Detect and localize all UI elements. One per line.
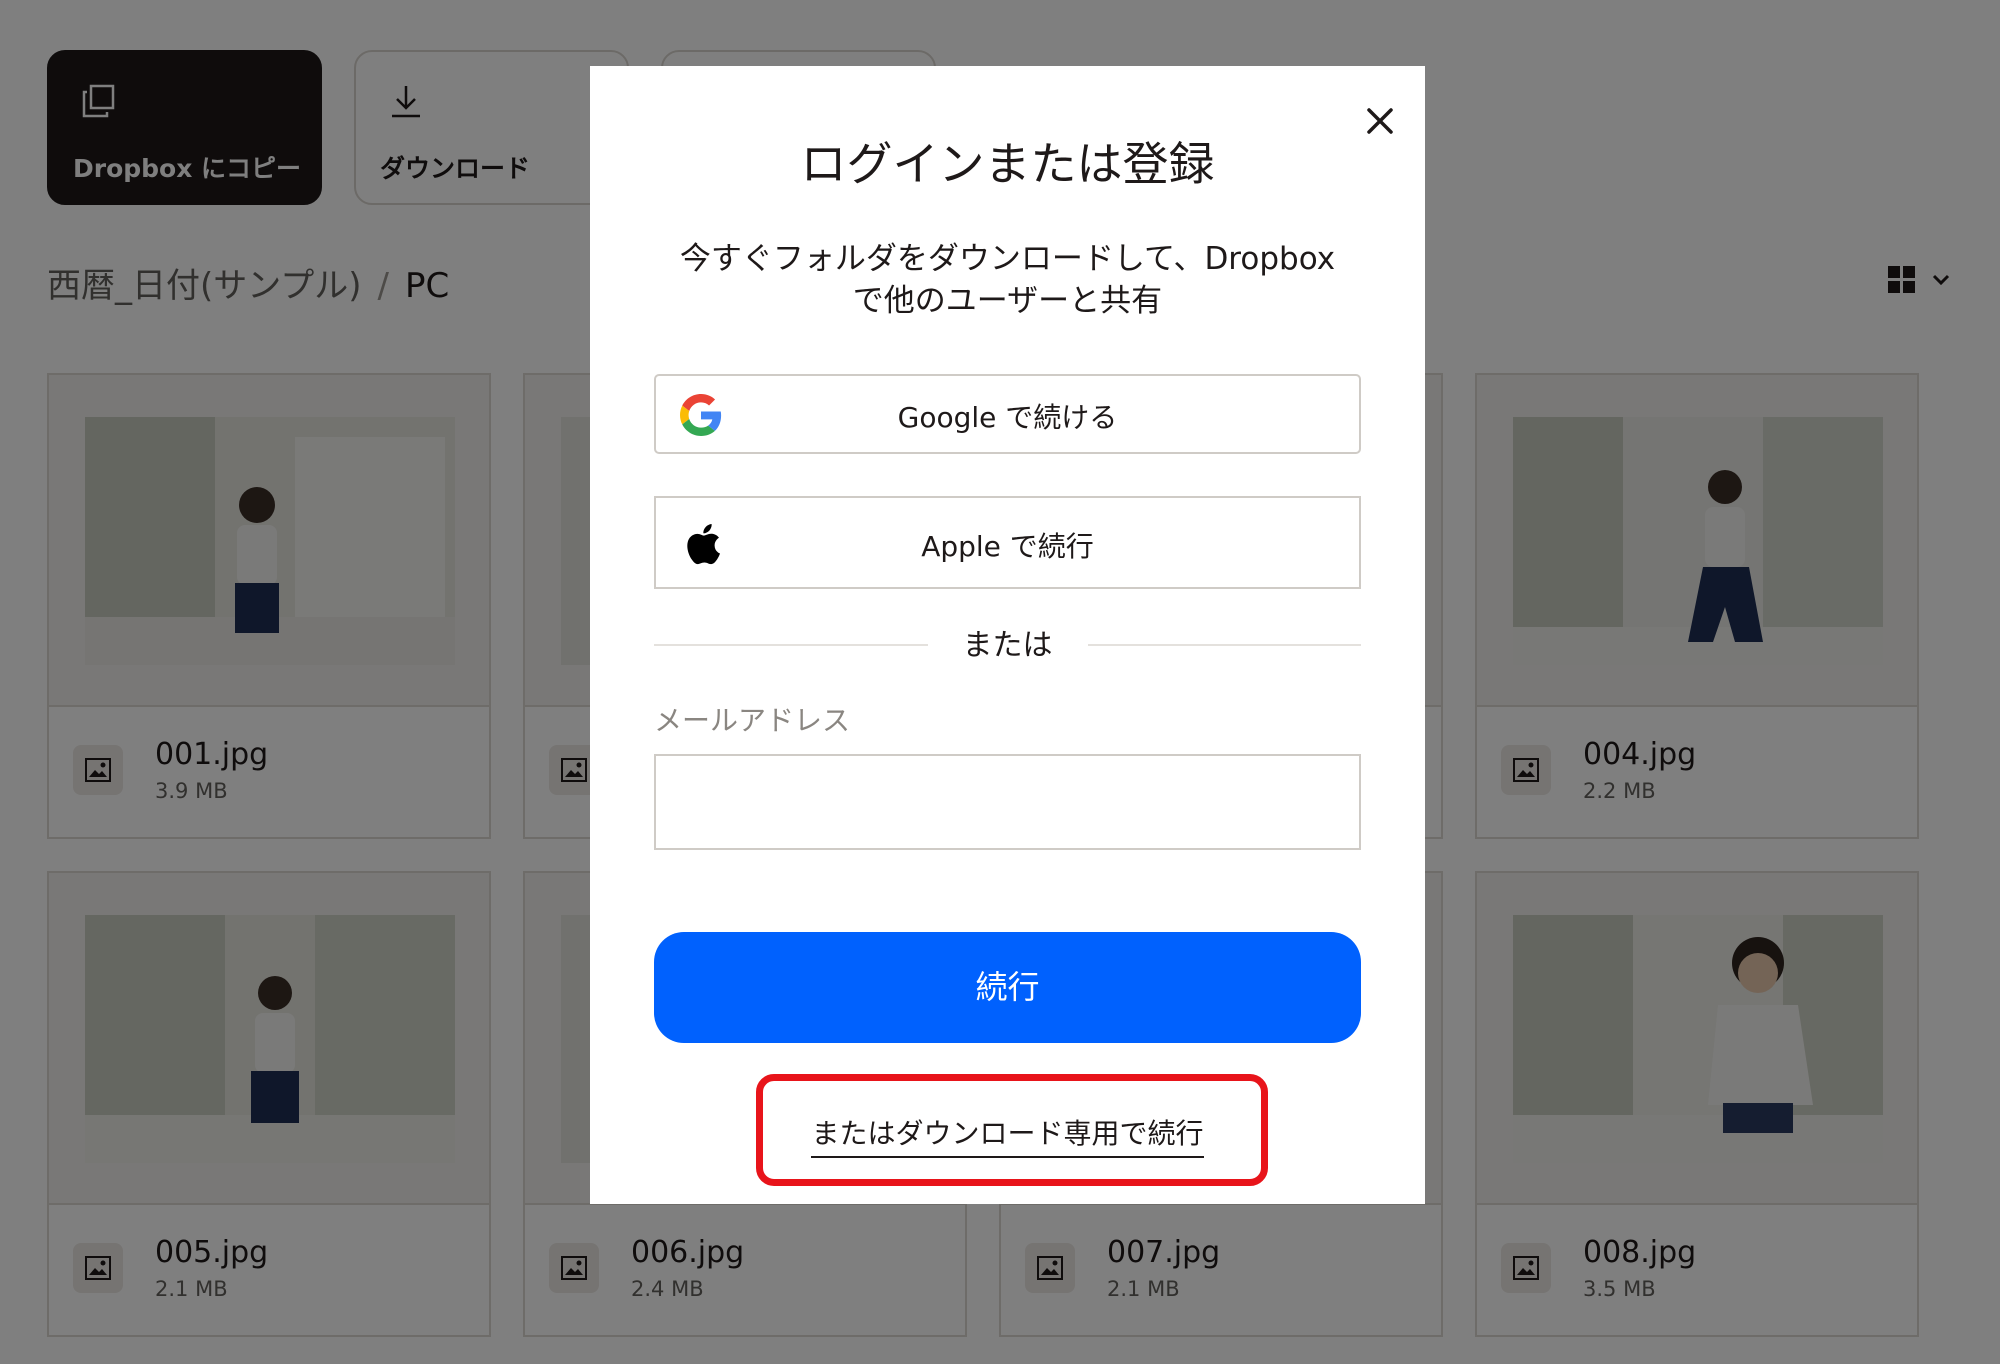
apple-signin-label: Apple で続行 — [921, 530, 1094, 563]
download-only-label: またはダウンロード専用で続行 — [811, 1117, 1204, 1158]
continue-button[interactable]: 続行 — [654, 932, 1361, 1043]
google-signin-button[interactable]: Google で続ける — [654, 374, 1361, 454]
google-signin-label: Google で続ける — [897, 401, 1118, 434]
email-field[interactable] — [654, 754, 1361, 850]
email-field-label: メールアドレス — [654, 704, 851, 737]
download-only-link[interactable]: またはダウンロード専用で続行 — [590, 1112, 1425, 1158]
modal-subtitle: 今すぐフォルダをダウンロードして、Dropbox で他のユーザーと共有 — [679, 241, 1336, 319]
login-modal: ログインまたは登録 今すぐフォルダをダウンロードして、Dropbox で他のユー… — [590, 66, 1425, 1204]
or-divider-text: または — [962, 628, 1053, 663]
modal-title: ログインまたは登録 — [800, 137, 1215, 191]
apple-signin-button[interactable]: Apple で続行 — [654, 496, 1361, 589]
